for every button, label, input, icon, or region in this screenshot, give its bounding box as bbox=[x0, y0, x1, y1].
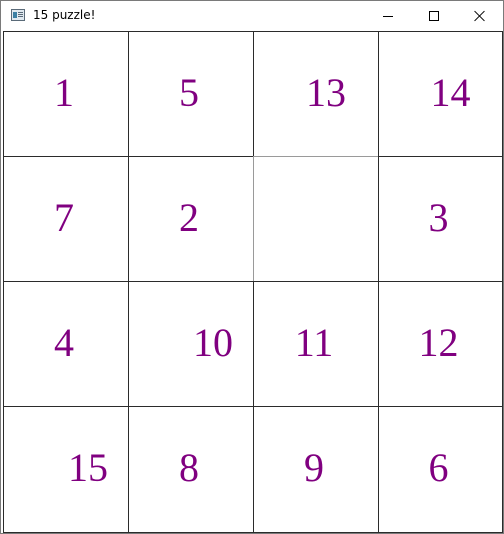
window-title: 15 puzzle! bbox=[33, 8, 96, 22]
tile-r3-c1[interactable]: 4 bbox=[3, 281, 129, 407]
tile-number: 5 bbox=[179, 70, 199, 115]
close-button[interactable] bbox=[457, 1, 503, 31]
title-bar[interactable]: 15 puzzle! bbox=[1, 1, 503, 31]
tile-r4-c1[interactable]: 15 bbox=[3, 406, 129, 533]
tile-r2-c1[interactable]: 7 bbox=[3, 156, 129, 282]
tile-number: 2 bbox=[179, 195, 199, 240]
tile-number: 9 bbox=[304, 445, 324, 490]
tile-r1-c1[interactable]: 1 bbox=[3, 31, 129, 157]
tile-number: 14 bbox=[430, 70, 471, 115]
puzzle-board: 1 5 13 14 7 2 3 4 10 11 12 15 8 9 6 bbox=[3, 31, 503, 533]
tile-r4-c3[interactable]: 9 bbox=[253, 406, 379, 533]
maximize-button[interactable] bbox=[411, 1, 457, 31]
tile-number: 6 bbox=[428, 445, 449, 490]
tile-r2-c2[interactable]: 2 bbox=[128, 156, 254, 282]
close-icon bbox=[474, 10, 486, 22]
tile-number: 13 bbox=[306, 70, 346, 115]
tile-number: 7 bbox=[54, 195, 74, 240]
empty-slot[interactable] bbox=[253, 156, 379, 282]
tile-r1-c2[interactable]: 5 bbox=[128, 31, 254, 157]
minimize-button[interactable] bbox=[365, 1, 411, 31]
tile-r4-c2[interactable]: 8 bbox=[128, 406, 254, 533]
maximize-icon bbox=[429, 11, 439, 21]
app-icon bbox=[11, 9, 25, 21]
tile-r4-c4[interactable]: 6 bbox=[378, 406, 503, 533]
tile-number: 1 bbox=[54, 70, 74, 115]
tile-number: 12 bbox=[418, 320, 459, 365]
tile-number: 11 bbox=[294, 320, 334, 365]
tile-r1-c3[interactable]: 13 bbox=[253, 31, 379, 157]
tile-number: 3 bbox=[428, 195, 449, 240]
tile-number: 8 bbox=[179, 445, 199, 490]
puzzle-window: 15 puzzle! 1 5 13 14 7 2 3 4 10 11 12 15… bbox=[0, 0, 504, 534]
tile-r2-c4[interactable]: 3 bbox=[378, 156, 503, 282]
tile-number: 4 bbox=[54, 320, 74, 365]
tile-r3-c4[interactable]: 12 bbox=[378, 281, 503, 407]
tile-r3-c2[interactable]: 10 bbox=[128, 281, 254, 407]
tile-r1-c4[interactable]: 14 bbox=[378, 31, 503, 157]
tile-r3-c3[interactable]: 11 bbox=[253, 281, 379, 407]
minimize-icon bbox=[383, 16, 393, 17]
